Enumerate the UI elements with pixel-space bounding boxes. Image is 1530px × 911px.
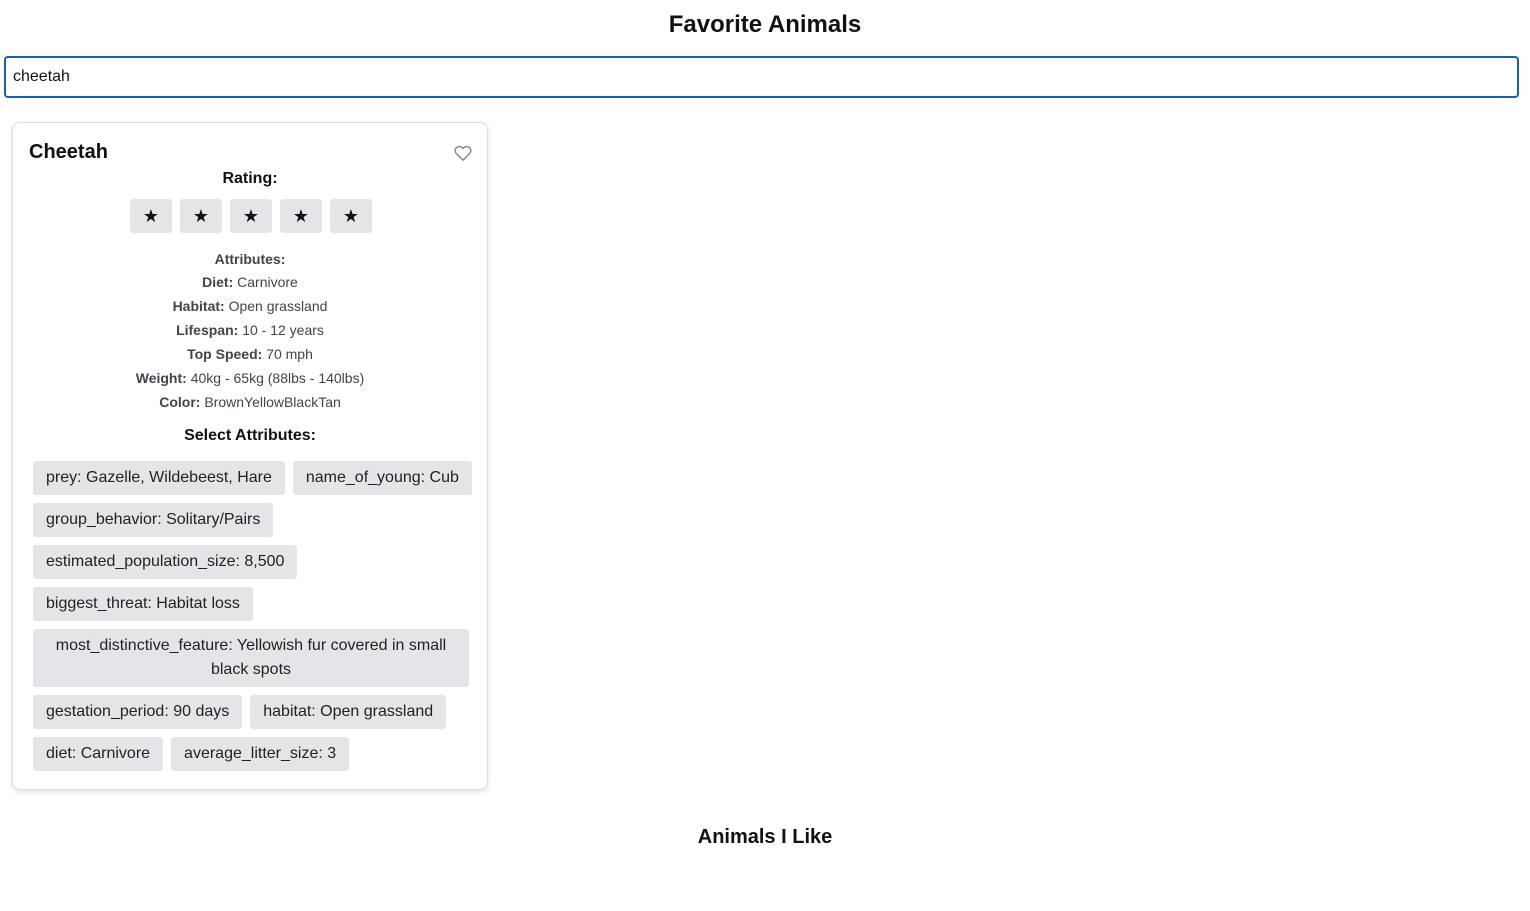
- attribute-key: Top Speed:: [187, 346, 263, 362]
- attribute-value: 40kg - 65kg (88lbs - 140lbs): [186, 370, 365, 386]
- chip-average-litter-size[interactable]: average_litter_size: 3: [171, 737, 350, 771]
- chip-most-distinctive-feature[interactable]: most_distinctive_feature: Yellowish fur …: [33, 629, 469, 687]
- attributes-list: Attributes: Diet: Carnivore Habitat: Ope…: [13, 250, 487, 414]
- attribute-key: Weight:: [135, 370, 187, 386]
- chip-estimated-population-size[interactable]: estimated_population_size: 8,500: [33, 545, 298, 579]
- star-1-button[interactable]: ★: [130, 199, 172, 233]
- search-input[interactable]: [4, 56, 1519, 98]
- attribute-value: 10 - 12 years: [238, 322, 324, 338]
- attribute-value: Carnivore: [233, 274, 298, 290]
- chip-prey[interactable]: prey: Gazelle, Wildebeest, Hare: [33, 461, 285, 495]
- chip-gestation-period[interactable]: gestation_period: 90 days: [33, 695, 243, 729]
- search-bar: [0, 56, 1530, 98]
- attribute-chips: prey: Gazelle, Wildebeest, Hare name_of_…: [33, 461, 473, 771]
- attribute-value: BrownYellowBlackTan: [200, 394, 341, 410]
- animal-card: Cheetah Rating: ★ ★ ★ ★ ★ Attributes: Di…: [12, 122, 488, 790]
- attribute-key: Color:: [159, 394, 201, 410]
- star-4-button[interactable]: ★: [280, 199, 322, 233]
- attribute-weight: Weight: 40kg - 65kg (88lbs - 140lbs): [13, 366, 487, 390]
- liked-animals-title: Animals I Like: [697, 826, 833, 848]
- chip-group-behavior[interactable]: group_behavior: Solitary/Pairs: [33, 503, 274, 537]
- attribute-top-speed: Top Speed: 70 mph: [13, 342, 487, 366]
- star-2-button[interactable]: ★: [180, 199, 222, 233]
- animal-name: Cheetah: [29, 141, 108, 163]
- attribute-value: 70 mph: [262, 346, 313, 362]
- attribute-key: Habitat:: [172, 298, 225, 314]
- attribute-key: Lifespan:: [176, 322, 239, 338]
- chip-name-of-young[interactable]: name_of_young: Cub: [292, 461, 472, 495]
- attributes-heading: Attributes:: [214, 251, 286, 267]
- favorite-button[interactable]: [453, 143, 473, 163]
- attribute-lifespan: Lifespan: 10 - 12 years: [13, 318, 487, 342]
- chip-diet[interactable]: diet: Carnivore: [33, 737, 164, 771]
- rating-label: Rating:: [222, 170, 278, 187]
- attribute-key: Diet:: [202, 274, 234, 290]
- select-attributes-label: Select Attributes:: [184, 427, 316, 444]
- star-5-button[interactable]: ★: [330, 199, 372, 233]
- attribute-value: Open grassland: [224, 298, 328, 314]
- attribute-diet: Diet: Carnivore: [13, 270, 487, 294]
- chip-biggest-threat[interactable]: biggest_threat: Habitat loss: [33, 587, 253, 621]
- chip-habitat[interactable]: habitat: Open grassland: [250, 695, 447, 729]
- attribute-habitat: Habitat: Open grassland: [13, 294, 487, 318]
- star-3-button[interactable]: ★: [230, 199, 272, 233]
- attribute-color: Color: BrownYellowBlackTan: [13, 390, 487, 414]
- heart-outline-icon: [454, 145, 472, 161]
- star-rating: ★ ★ ★ ★ ★: [130, 199, 372, 233]
- page-title: Favorite Animals: [668, 11, 862, 38]
